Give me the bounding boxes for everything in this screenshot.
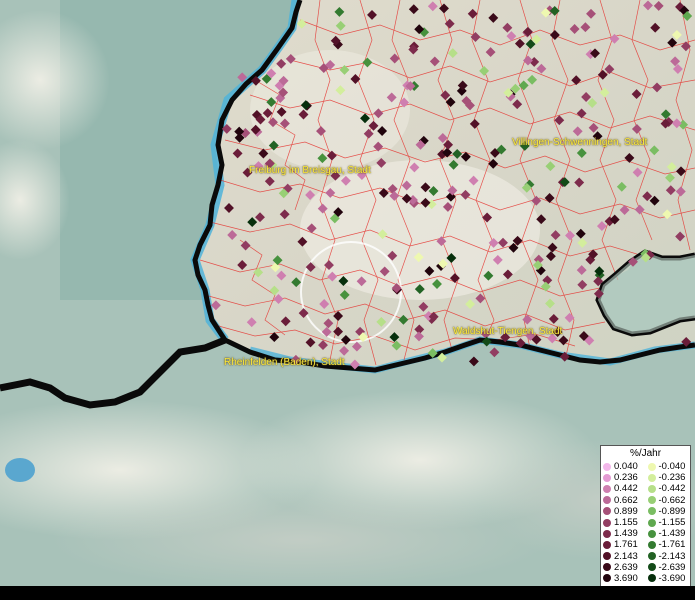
legend-swatch <box>603 574 611 583</box>
legend-row: 2.143 -2.143 <box>601 551 690 562</box>
legend-entry-positive: 1.761 <box>601 539 646 550</box>
legend-swatch <box>647 507 656 516</box>
legend-entry-negative: -3.690 <box>646 573 691 584</box>
legend-entry-positive: 0.442 <box>601 483 646 494</box>
legend-entry-negative: -1.761 <box>646 539 691 550</box>
legend-swatch <box>603 462 611 471</box>
city-label-villingen-schwenningen: Villingen-Schwenningen, Stadt <box>512 137 648 148</box>
legend-value: -1.439 <box>658 528 686 540</box>
legend-entry-negative: -0.899 <box>646 506 691 517</box>
legend-swatch <box>647 496 656 505</box>
legend-swatch <box>647 484 656 493</box>
city-label-rheinfelden: Rheinfelden (Baden), Stadt <box>224 357 345 368</box>
legend-swatch <box>647 540 656 549</box>
legend-value: 1.761 <box>614 539 638 551</box>
legend-entry-positive: 2.639 <box>601 562 646 573</box>
legend-row: 0.442 -0.442 <box>601 483 690 494</box>
legend-row: 0.662 -0.662 <box>601 495 690 506</box>
legend-row: 1.761 -1.761 <box>601 539 690 550</box>
legend-swatch <box>603 518 611 527</box>
legend-value: 3.690 <box>614 572 638 584</box>
city-label-waldshut-tiengen: Waldshut-Tiengen, Stadt <box>453 326 563 337</box>
legend-entry-positive: 0.040 <box>601 461 646 472</box>
legend-entry-negative: -0.442 <box>646 483 691 494</box>
legend-row: 3.690 -3.690 <box>601 573 690 584</box>
legend-row: 1.439 -1.439 <box>601 528 690 539</box>
legend-swatch <box>603 563 611 572</box>
legend-entry-negative: -1.439 <box>646 528 691 539</box>
legend-row: 1.155 -1.155 <box>601 517 690 528</box>
legend-swatch <box>647 518 656 527</box>
legend-value: -1.761 <box>658 539 686 551</box>
legend-value: 0.236 <box>614 472 638 484</box>
legend-entry-positive: 3.690 <box>601 573 646 584</box>
legend-value: -1.155 <box>658 517 686 529</box>
legend-entry-positive: 1.155 <box>601 517 646 528</box>
legend-entry-positive: 0.899 <box>601 506 646 517</box>
legend-value: -2.639 <box>658 561 686 573</box>
legend-swatch <box>647 473 656 482</box>
legend-swatch <box>647 529 656 538</box>
legend-swatch <box>603 507 611 516</box>
legend-value: -0.899 <box>658 505 686 517</box>
legend-value: 1.439 <box>614 528 638 540</box>
legend-value: -0.040 <box>658 461 686 473</box>
legend-entry-positive: 2.143 <box>601 551 646 562</box>
legend-entry-positive: 0.662 <box>601 495 646 506</box>
legend-swatch <box>603 552 611 561</box>
legend-entry-negative: -2.639 <box>646 562 691 573</box>
legend-value: 0.899 <box>614 505 638 517</box>
bottom-bar <box>0 586 695 600</box>
legend-entry-positive: 1.439 <box>601 528 646 539</box>
legend-value: 0.662 <box>614 494 638 506</box>
legend-value: 1.155 <box>614 517 638 529</box>
legend-entry-positive: 0.236 <box>601 472 646 483</box>
legend-swatch <box>647 563 656 572</box>
legend-swatch <box>647 552 656 561</box>
legend-swatch <box>647 462 656 471</box>
legend-entry-negative: -0.040 <box>646 461 691 472</box>
legend-swatch <box>603 529 611 538</box>
legend-entry-negative: -2.143 <box>646 551 691 562</box>
legend-swatch <box>603 540 611 549</box>
map-canvas <box>0 0 695 586</box>
legend-row: 0.899 -0.899 <box>601 506 690 517</box>
legend-entry-negative: -0.236 <box>646 472 691 483</box>
legend-value: -0.236 <box>658 472 686 484</box>
legend-swatch <box>603 473 611 482</box>
legend-value: 2.143 <box>614 550 638 562</box>
legend-value: -0.662 <box>658 494 686 506</box>
legend-value: -2.143 <box>658 550 686 562</box>
legend-title: %/Jahr <box>629 448 662 459</box>
legend-value: -0.442 <box>658 483 686 495</box>
legend-swatch <box>603 484 611 493</box>
legend-row: 0.040 -0.040 <box>601 461 690 472</box>
legend-value: 2.639 <box>614 561 638 573</box>
legend: %/Jahr 0.040 -0.040 0.236 -0.236 0.442 -0.442… <box>600 445 691 597</box>
legend-value: 0.442 <box>614 483 638 495</box>
legend-value: -3.690 <box>658 572 686 584</box>
legend-entry-negative: -1.155 <box>646 517 691 528</box>
legend-value: 0.040 <box>614 461 638 473</box>
map-view[interactable]: Freiburg im Breisgau, Stadt Villingen-Sc… <box>0 0 695 586</box>
legend-row: 0.236 -0.236 <box>601 472 690 483</box>
legend-entry-negative: -0.662 <box>646 495 691 506</box>
legend-swatch <box>603 496 611 505</box>
city-label-freiburg: Freiburg im Breisgau, Stadt <box>249 165 371 176</box>
legend-swatch <box>647 574 656 583</box>
legend-row: 2.639 -2.639 <box>601 562 690 573</box>
